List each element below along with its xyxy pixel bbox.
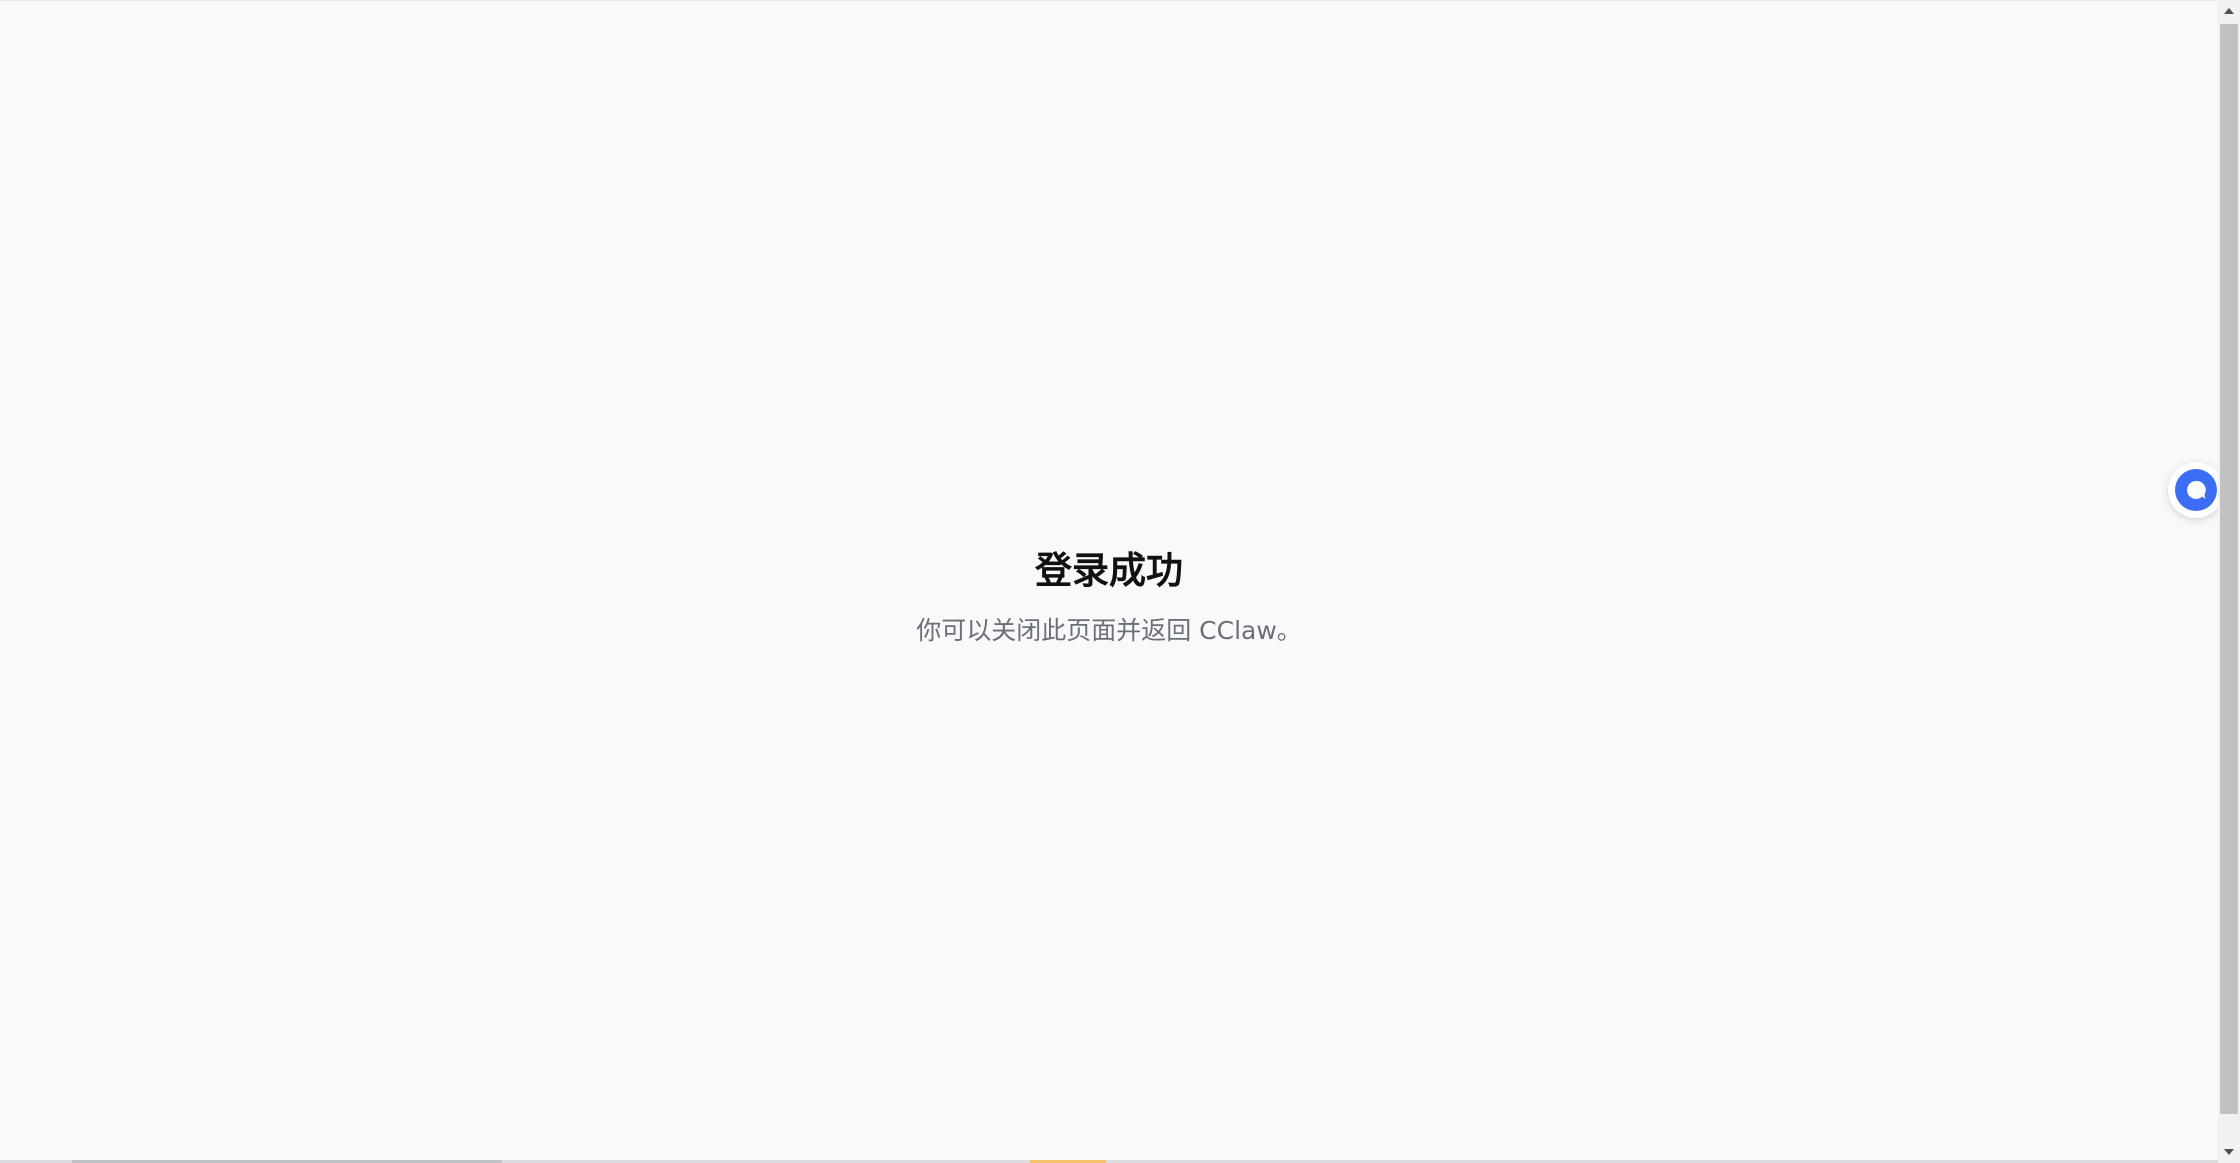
assistant-chat-button[interactable] <box>2168 462 2224 518</box>
page-viewport: 登录成功 你可以关闭此页面并返回 CClaw。 <box>0 0 2218 1163</box>
chat-bubble-icon <box>2175 469 2217 511</box>
scroll-up-arrow-icon[interactable] <box>2218 0 2240 22</box>
page-message: 你可以关闭此页面并返回 CClaw。 <box>916 616 1302 645</box>
success-message-block: 登录成功 你可以关闭此页面并返回 CClaw。 <box>0 541 2218 661</box>
scroll-down-arrow-icon[interactable] <box>2218 1141 2240 1163</box>
scrollbar-thumb[interactable] <box>2220 24 2238 1114</box>
page-title: 登录成功 <box>1035 549 1183 592</box>
vertical-scrollbar[interactable] <box>2218 0 2240 1163</box>
